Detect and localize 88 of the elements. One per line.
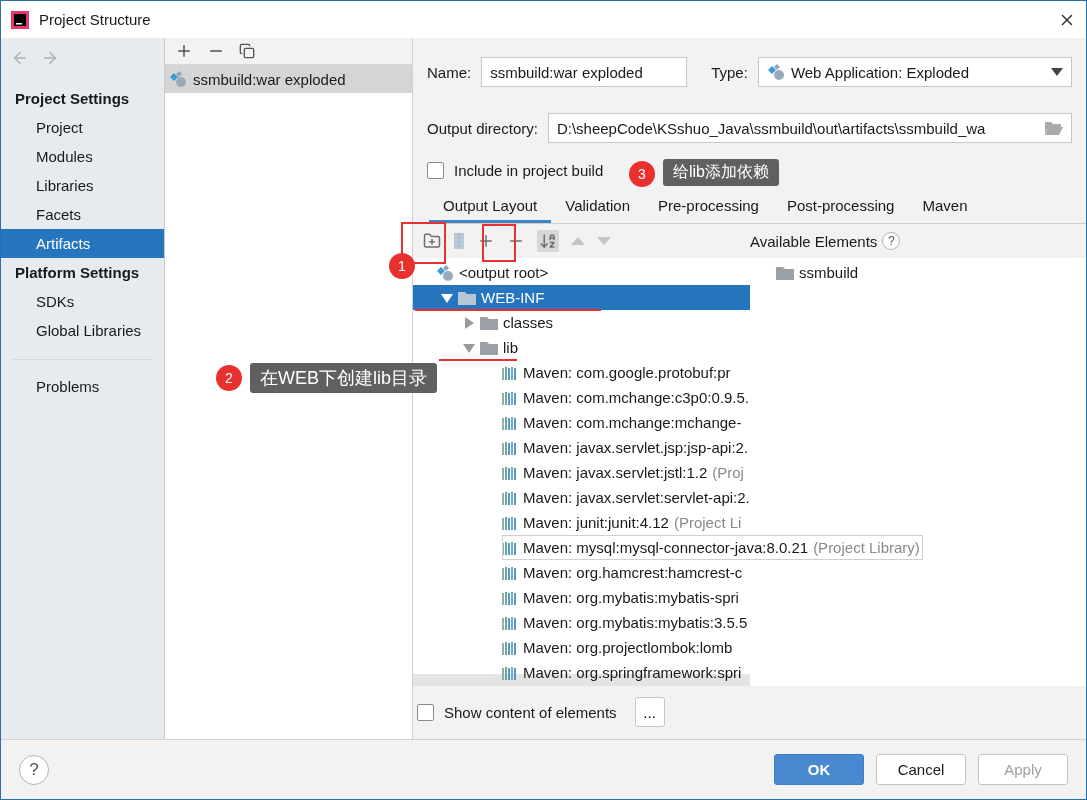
window-title: Project Structure (39, 11, 152, 28)
type-dropdown[interactable]: Web Application: Exploded (757, 57, 1072, 87)
tab[interactable]: Pre-processing (644, 193, 773, 223)
tree-row[interactable]: Maven: org.projectlombok:lomb (502, 635, 733, 660)
library-icon (502, 665, 518, 680)
tree-row[interactable]: Maven: org.mybatis:mybatis-spri (502, 585, 739, 610)
tree-row[interactable]: Maven: javax.servlet:jstl:1.2 (Proj (502, 460, 744, 485)
collapsed-arrow-icon[interactable] (463, 316, 475, 329)
checkbox[interactable] (427, 161, 444, 179)
folder-icon (480, 340, 498, 355)
expanded-arrow-icon[interactable] (463, 341, 475, 354)
library-icon (502, 465, 518, 480)
more-button[interactable]: ... (634, 697, 665, 727)
tree-row[interactable]: classes (463, 310, 554, 335)
output-directory-label: Output directory: (427, 119, 538, 137)
annotation-callout: 在WEB下创建lib目录 (250, 363, 437, 393)
artifact-item[interactable]: ssmbuild:war exploded (165, 65, 412, 93)
tree-row[interactable]: Maven: junit:junit:4.12 (Project Li (502, 510, 742, 535)
checkbox-label: Include in project build (454, 161, 604, 179)
tree-row[interactable]: Maven: com.google.protobuf:pr (502, 360, 731, 385)
name-field[interactable]: ssmbuild:war exploded (481, 57, 688, 87)
library-icon (502, 615, 518, 630)
library-icon (502, 590, 518, 605)
sidebar-item[interactable]: Artifacts (1, 229, 164, 258)
library-icon (502, 540, 518, 555)
annotation-callout: 给lib添加依赖 (663, 159, 779, 186)
library-icon (502, 440, 518, 455)
library-icon (502, 365, 518, 380)
step-badge: 3 (629, 161, 655, 187)
tree-row[interactable]: Maven: mysql:mysql-connector-java:8.0.21 (Project Library) (502, 535, 923, 560)
copy-icon[interactable] (239, 43, 255, 59)
tree-row[interactable]: Maven: org.mybatis:mybatis:3.5.5 (502, 610, 748, 635)
tab[interactable]: Output Layout (429, 193, 552, 223)
library-icon (502, 565, 518, 580)
add-icon[interactable] (175, 42, 193, 60)
new-folder-icon[interactable] (423, 232, 441, 250)
sort-button[interactable] (537, 230, 559, 252)
folder-open-icon[interactable] (1045, 121, 1063, 135)
dropdown-caret-icon (1051, 68, 1063, 76)
tree-row[interactable]: Maven: com.mchange:c3p0:0.9.5. (502, 385, 749, 410)
checkbox[interactable] (417, 703, 434, 721)
output-directory-field[interactable]: D:\sheepCode\KSshuo_Java\ssmbuild\out\artifacts\ssmbuild_wa (547, 113, 1072, 143)
artifact-icon (169, 70, 187, 88)
archive-icon[interactable] (453, 232, 465, 250)
library-icon (502, 490, 518, 505)
dialog-button[interactable]: Cancel (876, 754, 966, 785)
output-root-icon (436, 263, 454, 282)
available-item[interactable]: ssmbuild (776, 260, 859, 285)
tree-row[interactable]: <output root> (436, 260, 549, 285)
available-elements-heading: Available Elements (750, 232, 878, 250)
tab[interactable]: Validation (551, 193, 644, 223)
library-icon (502, 515, 518, 530)
sidebar-item[interactable]: Problems (1, 372, 164, 401)
artifact-icon (766, 63, 785, 81)
help-icon[interactable]: ? (882, 232, 901, 250)
sidebar-item[interactable]: Modules (1, 142, 164, 171)
tree-row[interactable]: Maven: javax.servlet:servlet-api:2. (502, 485, 750, 510)
tab[interactable]: Maven (908, 193, 982, 223)
library-icon (502, 415, 518, 430)
sidebar-item[interactable]: Project (1, 113, 164, 142)
section-heading: Project Settings (14, 89, 131, 109)
type-label: Type: (711, 63, 748, 81)
checkbox-label: Show content of elements (444, 703, 617, 721)
tree-row[interactable]: lib (463, 335, 518, 360)
folder-icon (776, 265, 794, 280)
add-icon[interactable] (477, 232, 495, 250)
library-icon (502, 640, 518, 655)
forward-arrow-icon[interactable] (41, 49, 59, 67)
folder-icon (458, 290, 476, 305)
sidebar-item[interactable]: Facets (1, 200, 164, 229)
tree-row[interactable]: Maven: javax.servlet.jsp:jsp-api:2. (502, 435, 749, 460)
app-logo-icon (11, 10, 29, 29)
help-button[interactable]: ? (19, 754, 49, 785)
library-icon (502, 390, 518, 405)
tree-row[interactable]: Maven: org.springframework:spri (502, 660, 742, 685)
sidebar-item[interactable]: SDKs (1, 287, 164, 316)
tab[interactable]: Post-processing (772, 193, 909, 223)
sidebar-item[interactable]: Global Libraries (1, 316, 164, 345)
sidebar-item[interactable]: Libraries (1, 171, 164, 200)
tree-row[interactable]: Maven: com.mchange:mchange- (502, 410, 742, 435)
section-heading: Platform Settings (14, 263, 141, 283)
dialog-button[interactable]: OK (774, 754, 864, 785)
folder-icon (480, 315, 498, 330)
highlight-frame (482, 224, 516, 262)
tree-row[interactable]: Maven: org.hamcrest:hamcrest-c (502, 560, 743, 585)
name-label: Name: (427, 63, 472, 81)
tree-row[interactable]: WEB-INF (413, 285, 750, 310)
expanded-arrow-icon[interactable] (441, 291, 453, 304)
